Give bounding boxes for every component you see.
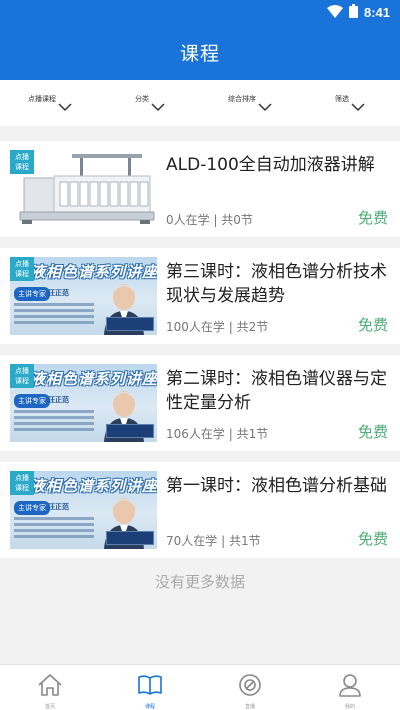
filter-sort-dropdown[interactable]: 综合排序	[200, 80, 300, 126]
thumbnail-logo-bar	[106, 317, 154, 331]
course-meta: 0人在学 | 共0节	[166, 213, 253, 227]
course-thumbnail: 点播 课程 液相色谱系列讲座 主讲专家 汪正范	[10, 471, 157, 549]
thumbnail-title: 液相色谱系列讲座	[30, 263, 157, 281]
course-price: 免费	[357, 423, 388, 441]
home-icon	[37, 673, 63, 701]
filter-category-dropdown[interactable]: 分类	[100, 80, 200, 126]
chevron-down-icon	[151, 97, 165, 116]
tab-label: 直播	[244, 704, 255, 710]
course-card[interactable]: 点播 课程 液相色谱系列讲座 主讲专家 汪正范 第二课时：液相色谱仪器与定性定量…	[0, 355, 400, 451]
bottom-tab-bar: 首页 课程 直播 我的	[0, 664, 400, 710]
course-thumbnail: 点播 课程 液相色谱系列讲座 主讲专家 汪正范	[10, 257, 157, 335]
filter-label: 综合排序	[228, 95, 256, 103]
course-title: ALD-100全自动加液器讲解	[166, 155, 375, 175]
course-price: 免费	[357, 530, 388, 548]
filter-bar: 点播课程 分类 综合排序 筛选	[0, 80, 400, 126]
tab-label: 我的	[344, 704, 355, 710]
thumbnail-text-lines	[14, 517, 94, 541]
course-meta: 106人在学 | 共1节	[166, 427, 269, 441]
on-demand-badge: 点播 课程	[10, 150, 34, 174]
tab-profile[interactable]: 我的	[300, 665, 400, 710]
thumbnail-logo-bar	[106, 531, 154, 545]
course-card[interactable]: 点播 课程 液相色谱系列讲座 主讲专家 汪正范 第三课时：液相色谱分析技术现状与…	[0, 248, 400, 344]
tab-home[interactable]: 首页	[0, 665, 100, 710]
chevron-down-icon	[58, 97, 72, 116]
battery-icon	[348, 3, 358, 22]
thumbnail-chip: 主讲专家	[14, 287, 50, 301]
thumbnail-text-lines	[14, 410, 94, 434]
course-card[interactable]: 点播 课程 ALD-100全自动加液器讲解 0人在学 | 共0节 免费	[0, 141, 400, 237]
course-meta: 100人在学 | 共2节	[166, 320, 269, 334]
filter-type-dropdown[interactable]: 点播课程	[0, 80, 100, 126]
on-demand-badge: 点播 课程	[10, 364, 34, 388]
course-thumbnail: 点播 课程 液相色谱系列讲座 主讲专家 汪正范	[10, 364, 157, 442]
course-meta: 70人在学 | 共1节	[166, 534, 261, 548]
book-icon	[137, 673, 163, 701]
tab-courses[interactable]: 课程	[100, 665, 200, 710]
course-list: 点播 课程 ALD-100全自动加液器讲解 0人在学 | 共0节 免费 点播 课…	[0, 141, 400, 569]
thumbnail-chip: 主讲专家	[14, 501, 50, 515]
chevron-down-icon	[258, 97, 272, 116]
no-more-data-text: 没有更多数据	[154, 573, 245, 591]
on-demand-badge: 点播 课程	[10, 257, 34, 281]
status-icons: 8:41	[326, 3, 390, 22]
chevron-down-icon	[351, 97, 365, 116]
thumbnail-lecturer: 汪正范	[48, 396, 69, 404]
thumbnail-text-lines	[14, 303, 94, 327]
tab-live[interactable]: 直播	[200, 665, 300, 710]
app-header: 课程	[0, 24, 400, 80]
filter-label: 点播课程	[28, 95, 56, 103]
live-icon	[237, 673, 263, 701]
course-card[interactable]: 点播 课程 液相色谱系列讲座 主讲专家 汪正范 第一课时：液相色谱分析基础 70…	[0, 462, 400, 558]
status-bar: 8:41	[0, 0, 400, 24]
thumbnail-title: 液相色谱系列讲座	[30, 477, 157, 495]
wifi-icon	[326, 3, 343, 22]
thumbnail-lecturer: 汪正范	[48, 503, 69, 511]
course-title: 第二课时：液相色谱仪器与定性定量分析	[166, 369, 387, 413]
thumbnail-title: 液相色谱系列讲座	[30, 370, 157, 388]
course-title: 第一课时：液相色谱分析基础	[166, 476, 387, 496]
thumbnail-logo-bar	[106, 424, 154, 438]
filter-screen-dropdown[interactable]: 筛选	[300, 80, 400, 126]
course-title: 第三课时：液相色谱分析技术现状与发展趋势	[166, 262, 387, 306]
course-price: 免费	[357, 316, 388, 334]
page-title: 课程	[179, 42, 220, 65]
tab-label: 首页	[44, 704, 55, 710]
thumbnail-lecturer: 汪正范	[48, 289, 69, 297]
tab-label: 课程	[144, 704, 155, 710]
course-thumbnail: 点播 课程	[10, 150, 157, 228]
course-price: 免费	[357, 209, 388, 227]
status-time: 8:41	[363, 4, 390, 20]
on-demand-badge: 点播 课程	[10, 471, 34, 495]
user-icon	[337, 673, 363, 701]
thumbnail-chip: 主讲专家	[14, 394, 50, 408]
filter-label: 筛选	[335, 95, 349, 103]
filter-label: 分类	[135, 95, 149, 103]
